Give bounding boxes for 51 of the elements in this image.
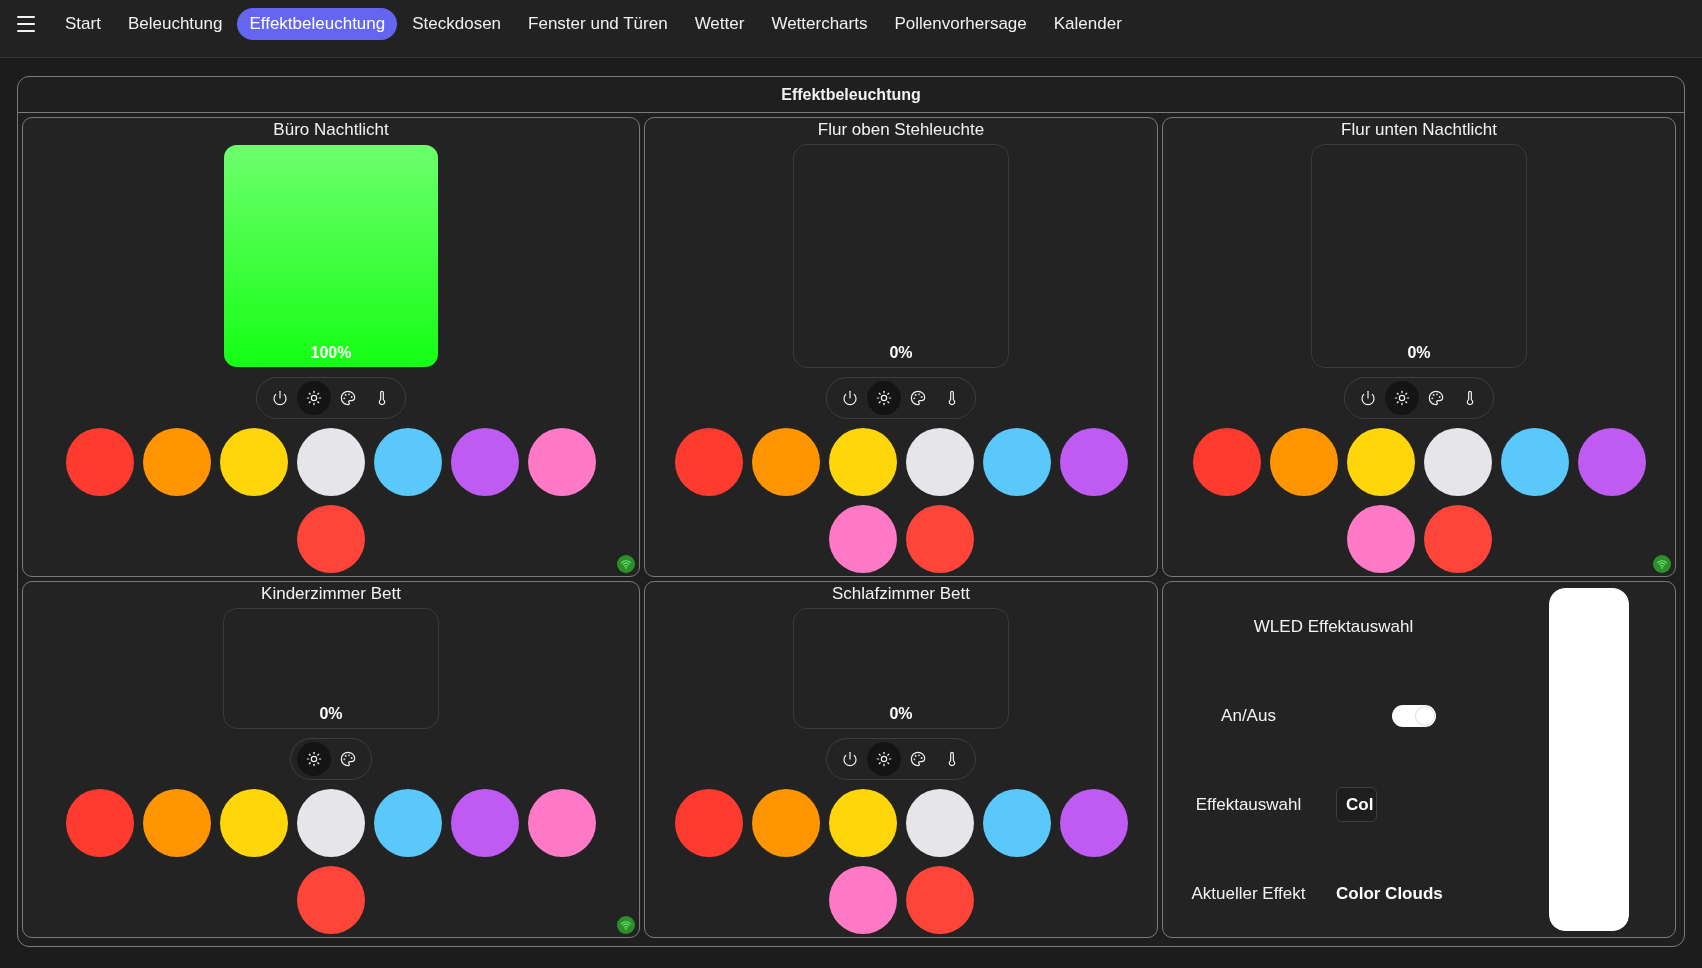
palette-icon xyxy=(340,390,356,406)
palette-icon xyxy=(340,751,356,767)
nav-tab[interactable]: Beleuchtung xyxy=(115,8,235,40)
nav-tab[interactable]: Fenster und Türen xyxy=(516,8,680,40)
brightness-reading: 0% xyxy=(1407,343,1431,363)
brightness-slider[interactable]: 0% xyxy=(223,608,439,729)
brightness-reading: 0% xyxy=(319,704,343,724)
power-icon xyxy=(842,751,858,767)
panel-title: Effektbeleuchtung xyxy=(781,84,921,105)
palette-icon xyxy=(910,390,926,406)
brightness-button[interactable] xyxy=(867,742,901,776)
field-label: An/Aus xyxy=(1220,704,1277,727)
field-label: Aktueller Effekt xyxy=(1190,882,1307,905)
nav-tab[interactable]: Effektbeleuchtung xyxy=(237,8,398,40)
card-title: WLED Effektauswahl xyxy=(1252,615,1415,638)
brightness-slider[interactable]: 0% xyxy=(1311,144,1527,368)
palette-icon xyxy=(910,751,926,767)
nav-tab[interactable]: Steckdosen xyxy=(400,8,514,40)
field-label: Effektauswahl xyxy=(1194,793,1303,816)
palette-icon xyxy=(1428,390,1444,406)
sun-icon xyxy=(1394,390,1410,406)
card-title: Schlafzimmer Bett xyxy=(832,583,970,605)
sun-icon xyxy=(876,751,892,767)
brightness-reading: 100% xyxy=(310,343,352,363)
brightness-slider[interactable] xyxy=(1549,588,1629,931)
nav-tab[interactable]: Start xyxy=(53,8,113,40)
brightness-button[interactable] xyxy=(297,381,331,415)
brightness-slider[interactable]: 0% xyxy=(793,608,1009,729)
nav-tab[interactable]: Wetter xyxy=(682,8,757,40)
sun-icon xyxy=(306,751,322,767)
power-icon xyxy=(1360,390,1376,406)
brightness-reading: 0% xyxy=(889,704,913,724)
card-title: Kinderzimmer Bett xyxy=(261,583,401,605)
effect-name: Color Clouds xyxy=(1336,882,1443,905)
sun-icon xyxy=(876,390,892,406)
brightness-slider[interactable]: 0% xyxy=(793,144,1009,368)
card-title: Büro Nachtlicht xyxy=(273,119,389,141)
brightness-button[interactable] xyxy=(1385,381,1419,415)
brightness-reading: 0% xyxy=(889,343,913,363)
brightness-button[interactable] xyxy=(297,742,331,776)
card-title: Flur oben Stehleuchte xyxy=(817,119,985,141)
nav-tab[interactable]: Kalender xyxy=(1041,8,1134,40)
nav-tab[interactable]: Pollenvorhersage xyxy=(882,8,1039,40)
nav-tab[interactable]: Wettercharts xyxy=(759,8,880,40)
brightness-button[interactable] xyxy=(867,381,901,415)
sun-icon xyxy=(306,390,322,406)
effect-select[interactable]: Col xyxy=(1336,786,1378,823)
power-icon xyxy=(842,390,858,406)
toggle-switch[interactable] xyxy=(1391,704,1436,727)
power-icon xyxy=(272,390,288,406)
card-title: Flur unten Nachtlicht xyxy=(1341,119,1497,141)
